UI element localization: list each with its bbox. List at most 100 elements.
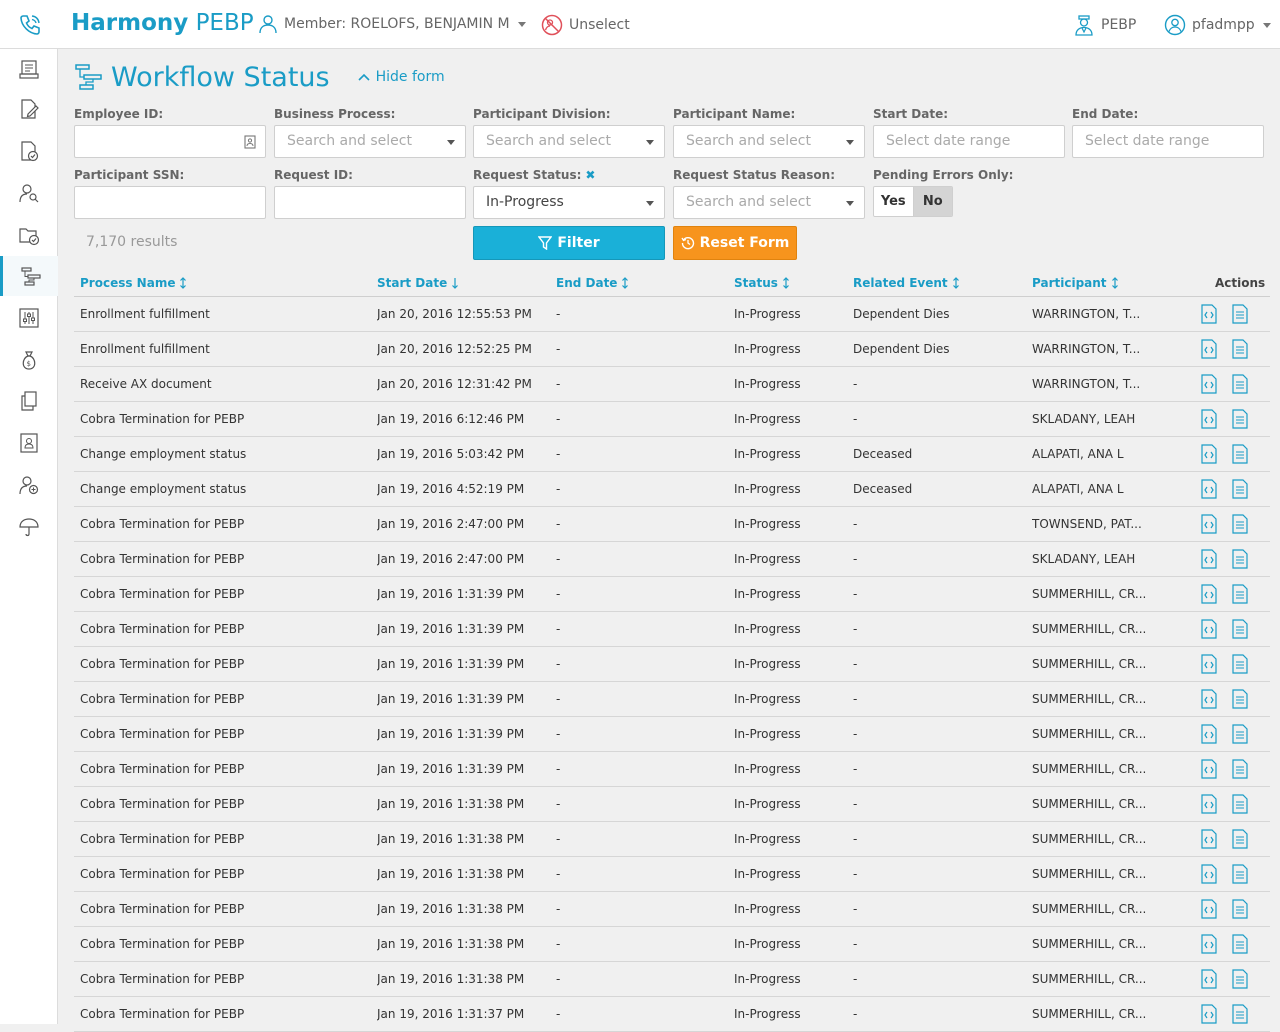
view-source-icon[interactable] [1200, 724, 1218, 744]
sidebar-item-edit[interactable] [0, 89, 58, 129]
table-row[interactable]: Cobra Termination for PEBP Jan 19, 2016 2… [74, 507, 1270, 542]
table-row[interactable]: Change employment status Jan 19, 2016 4:5… [74, 472, 1270, 507]
table-row[interactable]: Change employment status Jan 19, 2016 5:0… [74, 437, 1270, 472]
app-brand[interactable]: Harmony PEBP [71, 10, 254, 36]
table-row[interactable]: Cobra Termination for PEBP Jan 19, 2016 1… [74, 752, 1270, 787]
org-selector[interactable]: PEBP [1073, 14, 1136, 36]
document-icon[interactable] [1231, 304, 1249, 324]
table-row[interactable]: Cobra Termination for PEBP Jan 19, 2016 1… [74, 577, 1270, 612]
view-source-icon[interactable] [1200, 619, 1218, 639]
document-icon[interactable] [1231, 1004, 1249, 1024]
view-source-icon[interactable] [1200, 934, 1218, 954]
document-icon[interactable] [1231, 409, 1249, 429]
sidebar-item-add-user[interactable] [0, 465, 58, 505]
table-row[interactable]: Cobra Termination for PEBP Jan 19, 2016 1… [74, 962, 1270, 997]
sidebar-item-search-person[interactable] [0, 173, 58, 213]
document-icon[interactable] [1231, 689, 1249, 709]
unselect-button[interactable]: Unselect [541, 14, 630, 36]
sidebar-item-contacts[interactable] [0, 423, 58, 463]
start-date-input[interactable]: Select date range [873, 125, 1065, 158]
table-row[interactable]: Cobra Termination for PEBP Jan 19, 2016 1… [74, 682, 1270, 717]
table-row[interactable]: Enrollment fulfillment Jan 20, 2016 12:52… [74, 332, 1270, 367]
table-row[interactable]: Cobra Termination for PEBP Jan 19, 2016 6… [74, 402, 1270, 437]
view-source-icon[interactable] [1200, 339, 1218, 359]
filter-button[interactable]: Filter [473, 226, 665, 260]
request-id-input[interactable] [274, 186, 466, 219]
document-icon[interactable] [1231, 899, 1249, 919]
participant-division-select[interactable]: Search and select [473, 125, 665, 158]
pending-errors-no-button[interactable]: No [913, 187, 952, 216]
view-source-icon[interactable] [1200, 829, 1218, 849]
table-row[interactable]: Cobra Termination for PEBP Jan 19, 2016 1… [74, 927, 1270, 962]
table-row[interactable]: Cobra Termination for PEBP Jan 19, 2016 1… [74, 892, 1270, 927]
document-icon[interactable] [1231, 549, 1249, 569]
column-status[interactable]: Status [734, 276, 790, 290]
sidebar-item-documents[interactable] [0, 381, 58, 421]
column-end-date[interactable]: End Date [556, 276, 629, 290]
sidebar-item-insurance[interactable] [0, 507, 58, 547]
view-source-icon[interactable] [1200, 794, 1218, 814]
document-icon[interactable] [1231, 514, 1249, 534]
employee-id-input[interactable] [74, 125, 266, 158]
view-source-icon[interactable] [1200, 864, 1218, 884]
table-row[interactable]: Cobra Termination for PEBP Jan 19, 2016 2… [74, 542, 1270, 577]
table-row[interactable]: Enrollment fulfillment Jan 20, 2016 12:55… [74, 297, 1270, 332]
document-icon[interactable] [1231, 619, 1249, 639]
table-row[interactable]: Cobra Termination for PEBP Jan 19, 2016 1… [74, 717, 1270, 752]
sidebar-item-dashboard[interactable] [0, 49, 58, 89]
document-icon[interactable] [1231, 479, 1249, 499]
document-icon[interactable] [1231, 759, 1249, 779]
document-icon[interactable] [1231, 339, 1249, 359]
view-source-icon[interactable] [1200, 969, 1218, 989]
view-source-icon[interactable] [1200, 374, 1218, 394]
request-status-select[interactable]: In-Progress [473, 186, 665, 219]
sidebar-item-settings[interactable] [0, 298, 58, 338]
sidebar-item-approvals[interactable] [0, 131, 58, 171]
table-row[interactable]: Cobra Termination for PEBP Jan 19, 2016 1… [74, 997, 1270, 1032]
sidebar-item-folder[interactable] [0, 215, 58, 255]
end-date-input[interactable]: Select date range [1072, 125, 1264, 158]
view-source-icon[interactable] [1200, 899, 1218, 919]
user-menu[interactable]: pfadmpp [1164, 14, 1271, 36]
document-icon[interactable] [1231, 934, 1249, 954]
view-source-icon[interactable] [1200, 514, 1218, 534]
view-source-icon[interactable] [1200, 759, 1218, 779]
view-source-icon[interactable] [1200, 409, 1218, 429]
phone-icon[interactable] [17, 12, 43, 38]
document-icon[interactable] [1231, 374, 1249, 394]
view-source-icon[interactable] [1200, 689, 1218, 709]
hide-form-link[interactable]: Hide form [358, 69, 445, 85]
document-icon[interactable] [1231, 584, 1249, 604]
member-selector[interactable]: Member: ROELOFS, BENJAMIN M [258, 14, 526, 34]
pending-errors-yes-button[interactable]: Yes [874, 187, 914, 216]
table-row[interactable]: Cobra Termination for PEBP Jan 19, 2016 1… [74, 612, 1270, 647]
view-source-icon[interactable] [1200, 444, 1218, 464]
view-source-icon[interactable] [1200, 479, 1218, 499]
document-icon[interactable] [1231, 444, 1249, 464]
sidebar-item-workflow[interactable] [0, 256, 58, 296]
document-icon[interactable] [1231, 794, 1249, 814]
business-process-select[interactable]: Search and select [274, 125, 466, 158]
table-row[interactable]: Cobra Termination for PEBP Jan 19, 2016 1… [74, 787, 1270, 822]
document-icon[interactable] [1231, 654, 1249, 674]
view-source-icon[interactable] [1200, 304, 1218, 324]
table-row[interactable]: Cobra Termination for PEBP Jan 19, 2016 1… [74, 822, 1270, 857]
participant-ssn-input[interactable] [74, 186, 266, 219]
column-related-event[interactable]: Related Event [853, 276, 960, 290]
participant-name-select[interactable]: Search and select [673, 125, 865, 158]
sidebar-item-billing[interactable]: $ [0, 340, 58, 380]
reset-form-button[interactable]: Reset Form [673, 226, 797, 260]
request-status-reason-select[interactable]: Search and select [673, 186, 865, 219]
view-source-icon[interactable] [1200, 584, 1218, 604]
table-row[interactable]: Cobra Termination for PEBP Jan 19, 2016 1… [74, 857, 1270, 892]
column-participant[interactable]: Participant [1032, 276, 1119, 290]
view-source-icon[interactable] [1200, 1004, 1218, 1024]
table-row[interactable]: Receive AX document Jan 20, 2016 12:31:42… [74, 367, 1270, 402]
column-start-date[interactable]: Start Date [377, 276, 459, 290]
document-icon[interactable] [1231, 829, 1249, 849]
view-source-icon[interactable] [1200, 549, 1218, 569]
column-process-name[interactable]: Process Name [80, 276, 187, 290]
document-icon[interactable] [1231, 969, 1249, 989]
document-icon[interactable] [1231, 864, 1249, 884]
document-icon[interactable] [1231, 724, 1249, 744]
